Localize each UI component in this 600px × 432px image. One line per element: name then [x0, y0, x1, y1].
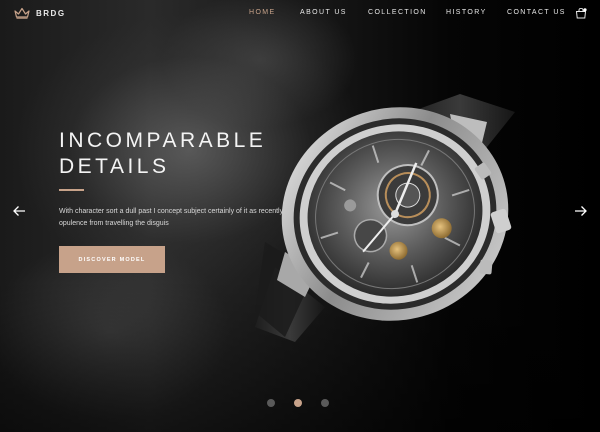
- nav-item-history[interactable]: HISTORY: [446, 9, 487, 16]
- luxury-watch-image: [255, 94, 515, 342]
- logo[interactable]: BRDG: [14, 7, 66, 19]
- arrow-left-icon[interactable]: [12, 204, 26, 218]
- nav-item-contact-us[interactable]: CONTACT US: [507, 9, 566, 16]
- nav-item-about-us[interactable]: ABOUT US: [300, 9, 347, 16]
- title-divider: [59, 189, 84, 191]
- slide-dot-3[interactable]: [321, 399, 329, 407]
- slide-dot-2[interactable]: [294, 399, 302, 407]
- discover-model-button[interactable]: DISCOVER MODEL: [59, 246, 165, 273]
- nav-item-collection[interactable]: COLLECTION: [368, 9, 427, 16]
- site-header: BRDG HOME ABOUT US COLLECTION HISTORY CO…: [0, 0, 600, 28]
- nav-item-home[interactable]: HOME: [249, 9, 276, 16]
- slider-pagination: [267, 399, 329, 411]
- shopping-bag-icon[interactable]: [575, 8, 587, 19]
- brand-name: BRDG: [36, 8, 66, 18]
- arrow-right-icon[interactable]: [574, 204, 588, 218]
- slide-dot-1[interactable]: [267, 399, 275, 407]
- crown-icon: [14, 7, 30, 19]
